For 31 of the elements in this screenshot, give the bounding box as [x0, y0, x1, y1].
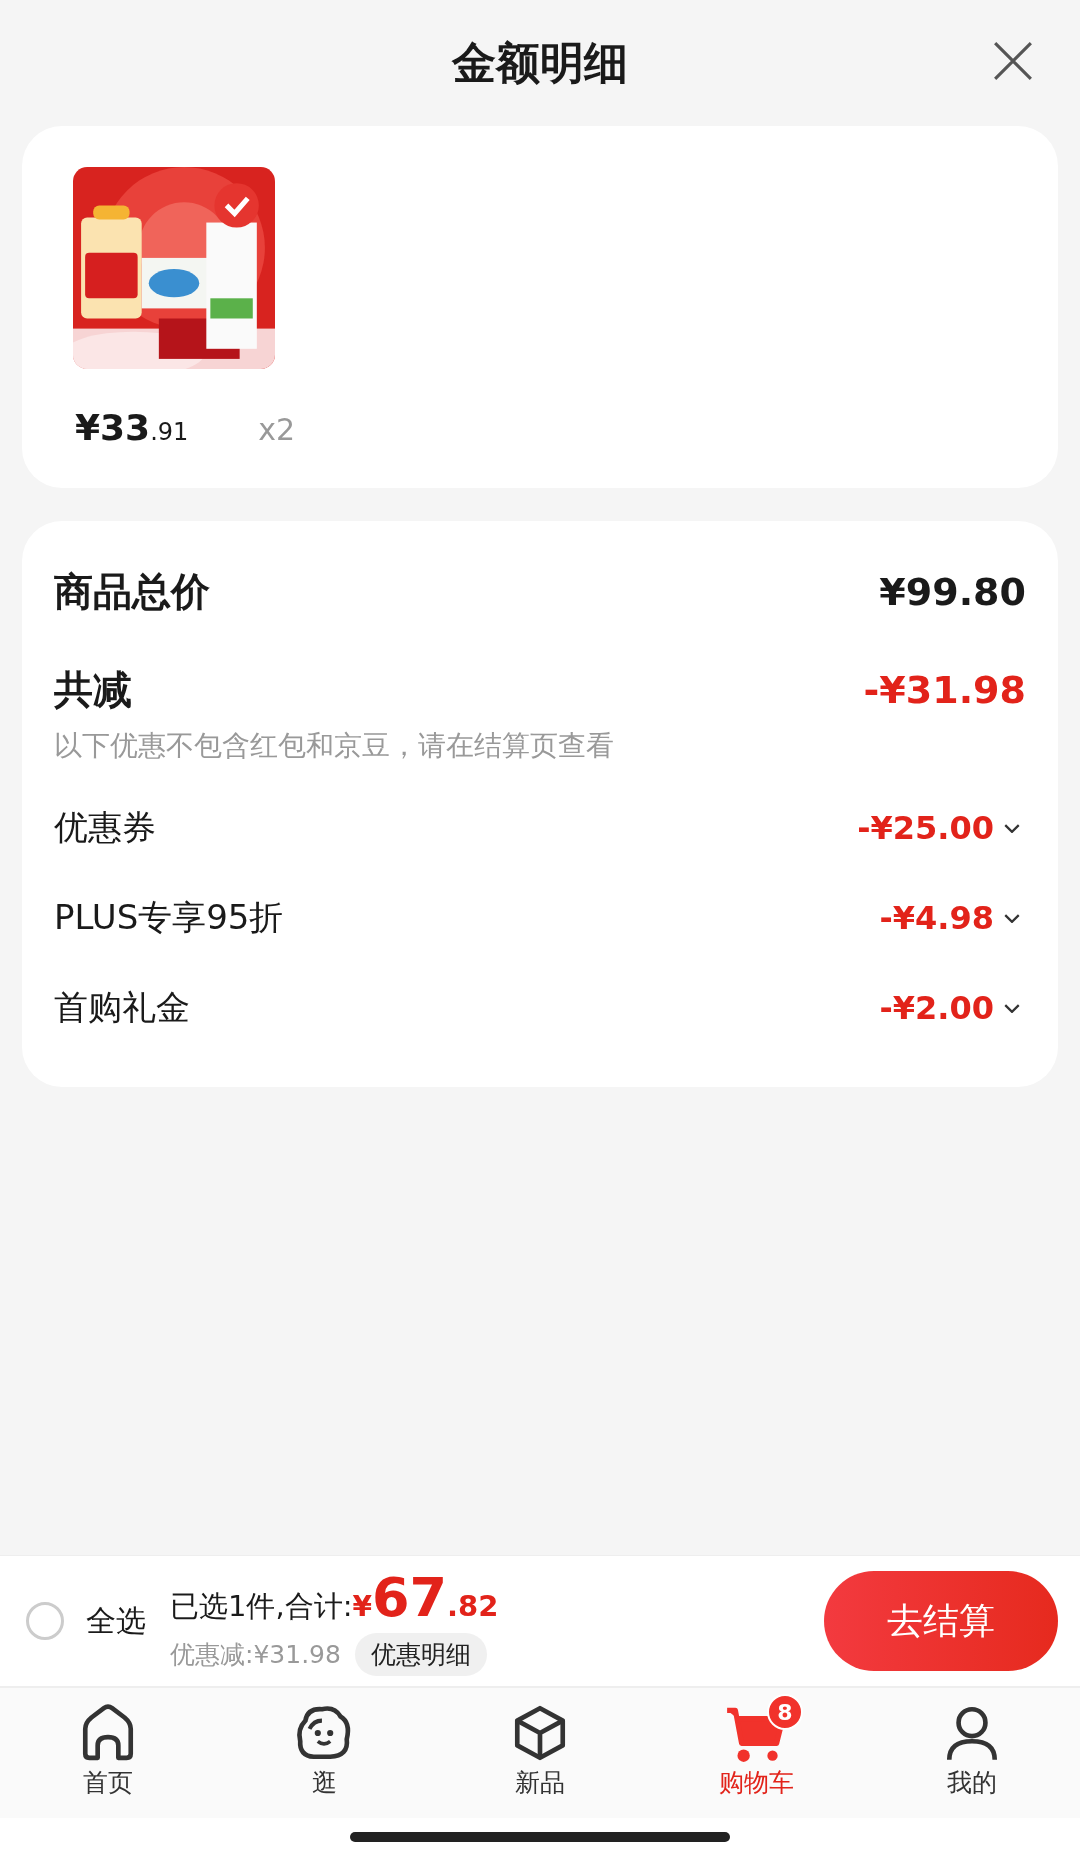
cart-count-badge: 8 [767, 1694, 803, 1730]
discount-value: -¥4.98 [879, 899, 994, 937]
total-price: ¥67.82 [352, 1566, 499, 1629]
quantity: x2 [258, 412, 296, 447]
discount-value: -¥2.00 [879, 989, 994, 1027]
discount-value: -¥25.00 [857, 809, 994, 847]
chevron-down-icon[interactable] [1004, 1003, 1020, 1013]
reduction-value: -¥31.98 [863, 668, 1026, 712]
selected-summary: 已选1件,合计: [170, 1588, 353, 1625]
total-value: ¥99.80 [879, 570, 1026, 614]
product-price: ¥33.91 [75, 407, 189, 448]
select-all-label[interactable]: 全选 [86, 1600, 146, 1642]
reduction-label: 共减 [54, 666, 132, 714]
discount-label: 优惠券 [54, 806, 156, 849]
tab-item[interactable]: 逛 [216, 1688, 432, 1818]
discount-label: PLUS专享95折 [54, 896, 284, 939]
discount-label: 首购礼金 [54, 986, 190, 1029]
tab-item[interactable]: 8 购物车 [648, 1688, 864, 1818]
chevron-down-icon[interactable] [1004, 823, 1020, 833]
total-label: 商品总价 [54, 568, 210, 616]
tab-item[interactable]: 首页 [0, 1688, 216, 1818]
tab-item[interactable]: 新品 [432, 1688, 648, 1818]
checkout-button[interactable]: 去结算 [824, 1571, 1058, 1671]
saved-amount: 优惠减:¥31.98 [170, 1639, 341, 1671]
discount-details-button[interactable]: 优惠明细 [354, 1633, 487, 1676]
sheet-title: 金额明细 [452, 35, 628, 90]
close-icon[interactable] [992, 40, 1034, 82]
select-all-radio[interactable] [26, 1602, 64, 1640]
chevron-down-icon[interactable] [1004, 913, 1020, 923]
note-text: 以下优惠不包含红包和京豆，请在结算页查看 [54, 728, 615, 764]
tab-item[interactable]: 我的 [864, 1688, 1080, 1818]
